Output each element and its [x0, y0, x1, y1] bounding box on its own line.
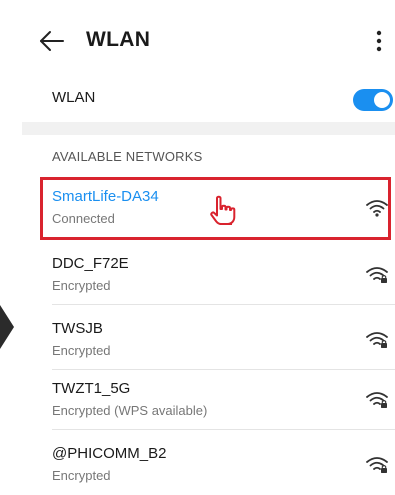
network-status: Encrypted (WPS available) [52, 403, 208, 418]
network-name: @PHICOMM_B2 [52, 445, 167, 462]
divider [52, 304, 395, 305]
hand-pointer-icon [210, 195, 236, 225]
wifi-locked-icon [366, 267, 388, 283]
wlan-toggle-row[interactable]: WLAN [0, 80, 395, 120]
network-item-twsjb[interactable]: TWSJB Encrypted [52, 310, 395, 370]
divider [52, 429, 395, 430]
page-title: WLAN [86, 28, 151, 51]
more-vertical-icon [376, 30, 382, 52]
back-button[interactable] [38, 26, 68, 56]
wifi-locked-icon [366, 332, 388, 348]
section-divider [22, 122, 395, 135]
network-status: Encrypted [52, 343, 111, 358]
wlan-toggle-label: WLAN [52, 89, 96, 106]
network-status: Encrypted [52, 468, 111, 483]
app-header: WLAN [0, 0, 395, 80]
network-item-ddc[interactable]: DDC_F72E Encrypted [52, 245, 395, 305]
network-name: DDC_F72E [52, 255, 129, 272]
wlan-toggle-switch[interactable] [353, 89, 393, 111]
network-name: TWZT1_5G [52, 380, 131, 397]
wlan-settings-screen: WLAN WLAN AVAILABLE NETWORKS SmartLife-D… [0, 0, 395, 495]
wifi-locked-icon [366, 457, 388, 473]
toggle-knob [374, 92, 390, 108]
more-options-button[interactable] [370, 26, 388, 56]
network-item-twzt1[interactable]: TWZT1_5G Encrypted (WPS available) [52, 370, 395, 430]
network-name: TWSJB [52, 320, 103, 337]
network-item-phicomm[interactable]: @PHICOMM_B2 Encrypted [52, 435, 395, 495]
wifi-locked-icon [366, 392, 388, 408]
network-status: Encrypted [52, 278, 111, 293]
pointer-arrow-icon [0, 305, 14, 349]
arrow-left-icon [40, 31, 64, 51]
available-networks-header: AVAILABLE NETWORKS [52, 149, 203, 164]
